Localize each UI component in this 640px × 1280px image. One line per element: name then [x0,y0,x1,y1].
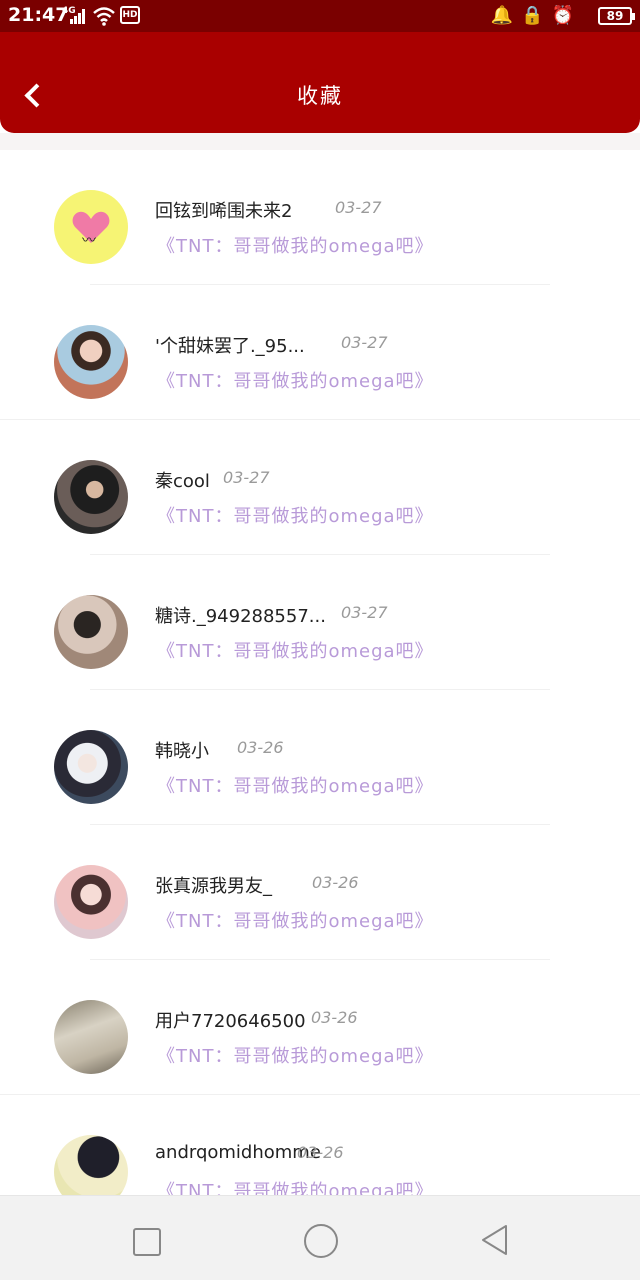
avatar[interactable] [54,325,128,399]
user-name: 韩晓小 [155,741,209,762]
mustache-icon: 〰 [82,233,96,249]
hd-icon: HD [120,6,140,24]
header-spacer [0,133,640,150]
book-title[interactable]: 《TNT：哥哥做我的omega吧》 [157,772,434,798]
book-title[interactable]: 《TNT：哥哥做我的omega吧》 [157,232,434,258]
signal-icon [70,9,85,24]
date: 03-27 [223,468,270,487]
vibrate-icon: 🔔 [490,5,514,26]
avatar[interactable] [54,460,128,534]
user-name: '个甜妹罢了._95... [155,336,305,357]
system-nav-bar [0,1195,640,1280]
battery-icon: 89 [598,7,635,25]
app-header: 21:47 4G HD 🔔 🔒 ⏰ 89 收藏 [0,0,640,133]
user-name: 张真源我男友_ [155,876,272,897]
list-item[interactable]: 秦cool 03-27 《TNT：哥哥做我的omega吧》 [0,420,640,555]
list-item[interactable]: 韩晓小 03-26 《TNT：哥哥做我的omega吧》 [0,690,640,825]
recent-apps-button[interactable] [125,1220,165,1260]
book-title[interactable]: 《TNT：哥哥做我的omega吧》 [157,367,434,393]
back-triangle-icon[interactable] [475,1220,515,1260]
avatar[interactable] [54,1135,128,1195]
book-title[interactable]: 《TNT：哥哥做我的omega吧》 [157,907,434,933]
date: 03-27 [335,198,382,217]
book-title[interactable]: 《TNT：哥哥做我的omega吧》 [157,1042,434,1068]
avatar[interactable] [54,865,128,939]
date: 03-26 [312,873,359,892]
book-title[interactable]: 《TNT：哥哥做我的omega吧》 [157,1177,434,1195]
lock-icon: 🔒 [521,5,544,26]
alarm-icon: ⏰ [551,5,574,26]
list-item[interactable]: 用户7720646500 03-26 《TNT：哥哥做我的omega吧》 [0,960,640,1095]
avatar[interactable] [54,730,128,804]
list-item[interactable]: andrqomidhomme 03-26 《TNT：哥哥做我的omega吧》 [0,1095,640,1195]
favorites-list[interactable]: 〰 回铉到唏围未来2 03-27 《TNT：哥哥做我的omega吧》 '个甜妹罢… [0,150,640,1195]
date: 03-26 [237,738,284,757]
user-name: 糖诗._949288557... [155,606,326,627]
user-name: 秦cool [155,471,210,492]
page-title: 收藏 [297,84,343,108]
user-name: 回铉到唏围未来2 [155,201,293,222]
avatar[interactable] [54,1000,128,1074]
avatar[interactable] [54,595,128,669]
status-time: 21:47 [8,4,69,26]
date: 03-27 [341,333,388,352]
date: 03-26 [311,1008,358,1027]
user-name: 用户7720646500 [155,1011,306,1032]
wifi-icon [93,7,115,26]
date: 03-26 [297,1143,344,1162]
list-item[interactable]: 张真源我男友_ 03-26 《TNT：哥哥做我的omega吧》 [0,825,640,960]
date: 03-27 [341,603,388,622]
status-bar: 21:47 4G HD 🔔 🔒 ⏰ 89 [0,0,640,32]
list-item[interactable]: 〰 回铉到唏围未来2 03-27 《TNT：哥哥做我的omega吧》 [0,150,640,285]
book-title[interactable]: 《TNT：哥哥做我的omega吧》 [157,502,434,528]
home-button[interactable] [300,1220,340,1260]
avatar[interactable]: 〰 [54,190,128,264]
book-title[interactable]: 《TNT：哥哥做我的omega吧》 [157,637,434,663]
list-item[interactable]: '个甜妹罢了._95... 03-27 《TNT：哥哥做我的omega吧》 [0,285,640,420]
list-item[interactable]: 糖诗._949288557... 03-27 《TNT：哥哥做我的omega吧》 [0,555,640,690]
